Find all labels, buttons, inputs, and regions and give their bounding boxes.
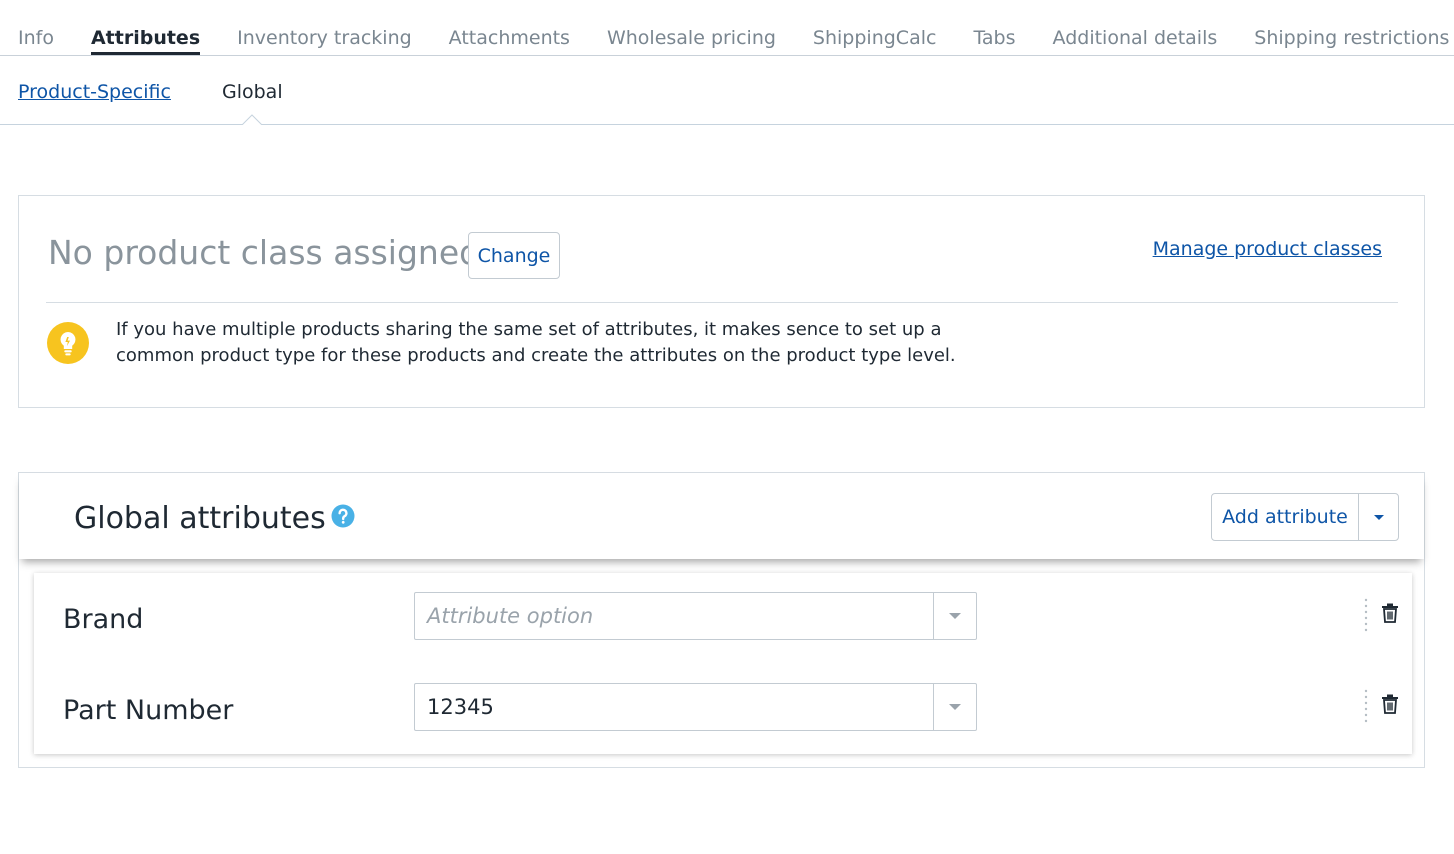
attribute-value[interactable]: 12345 — [415, 684, 933, 730]
attribute-placeholder[interactable]: Attribute option — [415, 593, 933, 639]
manage-product-classes-link[interactable]: Manage product classes — [1153, 236, 1382, 262]
tab-attachments[interactable]: Attachments — [449, 25, 570, 51]
question-circle-icon[interactable] — [331, 504, 355, 528]
attribute-subtabs: Product-Specific Global — [0, 55, 1454, 125]
attribute-select-part-number[interactable]: 12345 — [414, 683, 977, 731]
lightbulb-icon — [47, 322, 89, 364]
attributes-list: Brand Attribute option Part Number 12345 — [34, 573, 1412, 754]
add-attribute-dropdown-toggle[interactable] — [1359, 494, 1398, 540]
attribute-row-part-number: Part Number 12345 — [34, 683, 1412, 743]
change-class-button[interactable]: Change — [468, 232, 560, 279]
tab-info[interactable]: Info — [18, 25, 54, 51]
product-class-panel: No product class assigned Change Manage … — [18, 195, 1425, 408]
tab-inventory-tracking[interactable]: Inventory tracking — [237, 25, 412, 51]
main-tabs-bar: Info Attributes Inventory tracking Attac… — [0, 0, 1454, 56]
global-attributes-title: Global attributes — [74, 501, 326, 536]
select-arrow[interactable] — [933, 593, 976, 639]
panel-divider — [46, 302, 1398, 303]
drag-handle-icon[interactable] — [1364, 689, 1368, 723]
drag-handle-icon[interactable] — [1364, 598, 1368, 632]
caret-down-icon — [1373, 514, 1384, 520]
caret-down-icon — [949, 613, 961, 619]
attribute-select-brand[interactable]: Attribute option — [414, 592, 977, 640]
global-attributes-panel: Global attributes Add attribute Brand At… — [18, 472, 1425, 768]
subtab-global[interactable]: Global — [222, 80, 283, 104]
main-tabs: Info Attributes Inventory tracking Attac… — [18, 25, 1454, 55]
select-arrow[interactable] — [933, 684, 976, 730]
attribute-label: Part Number — [63, 695, 234, 726]
tab-wholesale-pricing[interactable]: Wholesale pricing — [607, 25, 776, 51]
product-class-tip: If you have multiple products sharing th… — [116, 319, 956, 366]
product-class-title: No product class assigned — [48, 233, 481, 272]
tab-shippingcalc[interactable]: ShippingCalc — [813, 25, 937, 51]
trash-icon[interactable] — [1381, 603, 1399, 623]
trash-icon[interactable] — [1381, 694, 1399, 714]
caret-down-icon — [949, 704, 961, 710]
global-attributes-header: Global attributes Add attribute — [19, 473, 1424, 559]
tab-additional-details[interactable]: Additional details — [1053, 25, 1218, 51]
active-subtab-caret — [242, 114, 262, 125]
add-attribute-button[interactable]: Add attribute — [1212, 494, 1359, 540]
tab-attributes[interactable]: Attributes — [90, 25, 201, 55]
tab-shipping-restrictions[interactable]: Shipping restrictions — [1254, 25, 1449, 51]
subtab-product-specific[interactable]: Product-Specific — [18, 80, 171, 104]
attribute-row-brand: Brand Attribute option — [34, 592, 1412, 652]
add-attribute-group: Add attribute — [1211, 493, 1399, 541]
tab-tabs[interactable]: Tabs — [973, 25, 1015, 51]
attribute-label: Brand — [63, 604, 144, 635]
